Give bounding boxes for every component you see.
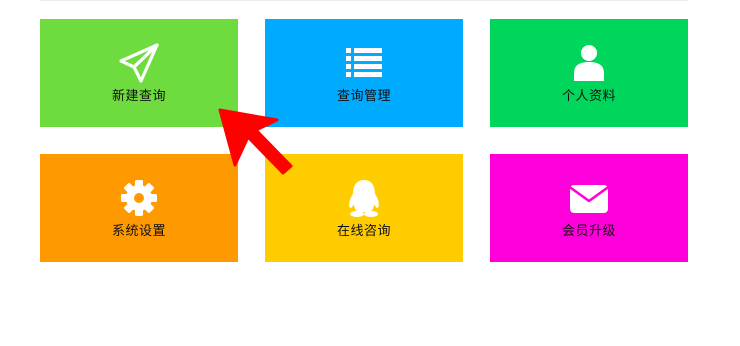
tile-label: 查询管理 xyxy=(336,89,391,104)
tile-label: 新建查询 xyxy=(111,89,166,104)
tile-query-management[interactable]: 查询管理 xyxy=(265,19,463,127)
list-icon xyxy=(344,43,384,83)
envelope-icon xyxy=(569,178,609,218)
tile-membership-upgrade[interactable]: 会员升级 xyxy=(490,154,688,262)
tile-label: 个人资料 xyxy=(561,89,616,104)
tile-online-consult[interactable]: 在线咨询 xyxy=(265,154,463,262)
tile-label: 在线咨询 xyxy=(336,224,391,239)
gear-icon xyxy=(119,178,159,218)
tile-label: 系统设置 xyxy=(111,224,166,239)
user-icon xyxy=(569,43,609,83)
tile-profile[interactable]: 个人资料 xyxy=(490,19,688,127)
tile-new-query[interactable]: 新建查询 xyxy=(40,19,238,127)
top-divider xyxy=(40,0,688,1)
paper-plane-icon xyxy=(119,43,159,83)
tile-label: 会员升级 xyxy=(561,224,616,239)
qq-penguin-icon xyxy=(344,178,384,218)
tile-system-settings[interactable]: 系统设置 xyxy=(40,154,238,262)
